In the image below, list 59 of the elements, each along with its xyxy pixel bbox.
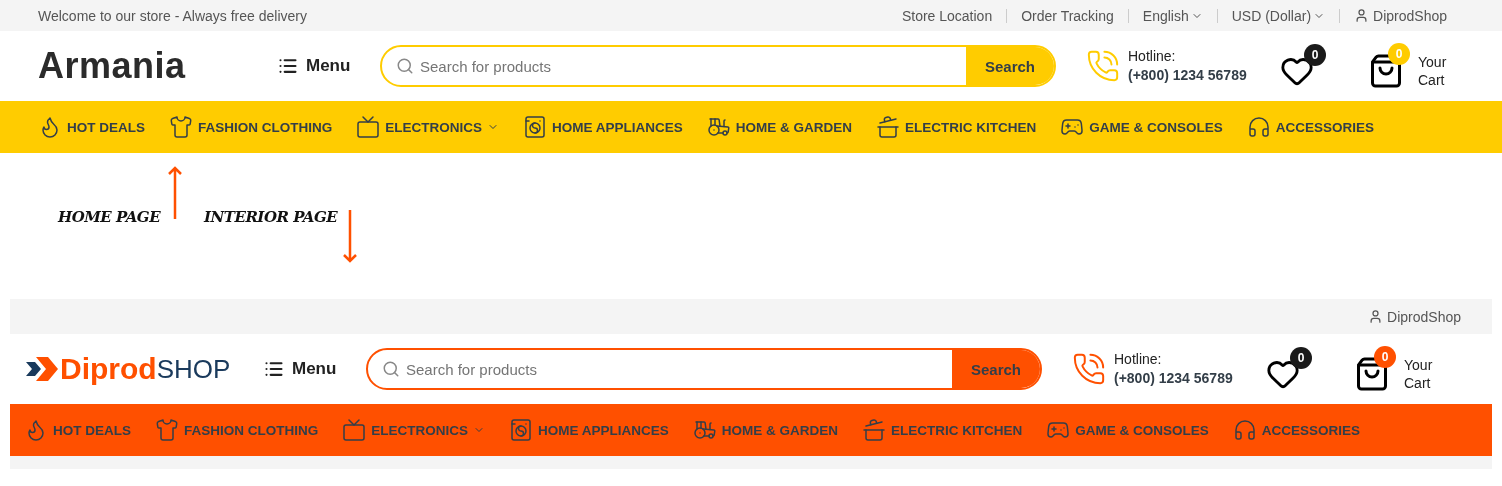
top-bar-link[interactable]: Order Tracking: [1007, 8, 1129, 23]
top-bar-link[interactable]: English: [1128, 8, 1218, 23]
phone-icon: [1072, 352, 1106, 386]
category-icon: [356, 115, 381, 139]
category-icon: [876, 115, 901, 139]
menu-button[interactable]: Menu: [264, 359, 366, 379]
phone-icon: [1086, 49, 1120, 83]
logo-text: Diprod: [60, 352, 157, 386]
welcome-text: Welcome to our store - Always free delivery: [38, 7, 308, 24]
category-link[interactable]: FASHION CLOTHING: [169, 115, 333, 139]
user-icon: [1368, 309, 1384, 324]
hotline-number: (+800) 1234 56789: [1128, 66, 1247, 85]
wishlist-count: 0: [1290, 347, 1312, 369]
menu-button[interactable]: Menu: [278, 56, 380, 76]
search-field[interactable]: Search for products Search: [380, 45, 1056, 87]
category-link[interactable]: ELECTRONICS: [356, 115, 500, 139]
wishlist-button[interactable]: 0: [1266, 347, 1314, 391]
top-bar-link[interactable]: USD (Dollar): [1217, 8, 1341, 23]
category-link[interactable]: GAME & CONSOLES: [1060, 115, 1223, 139]
annotation-label: HOME PAGE: [58, 208, 161, 226]
logo-subtext: SHOP: [156, 353, 231, 385]
wishlist-count: 0: [1304, 44, 1326, 66]
cart-button[interactable]: 0 Your Cart: [1354, 346, 1448, 392]
menu-icon: [278, 56, 298, 76]
cart-button[interactable]: 0 Your Cart: [1368, 43, 1462, 89]
cart-label: Your Cart: [1418, 53, 1448, 89]
account-link[interactable]: DiprodShop: [1340, 7, 1464, 24]
wishlist-button[interactable]: 0: [1280, 44, 1328, 88]
category-link[interactable]: ELECTRIC KITCHEN: [876, 115, 1037, 139]
category-icon: [706, 115, 731, 139]
search-button[interactable]: Search: [966, 47, 1054, 85]
search-icon: [396, 57, 414, 75]
category-icon: [1246, 115, 1271, 139]
hotline-number: (+800) 1234 56789: [1114, 369, 1233, 388]
category-link[interactable]: HOT DEALS: [38, 115, 145, 139]
logo-text: Armania: [38, 45, 187, 87]
user-icon: [1354, 8, 1370, 23]
hotline-label: Hotline:: [1114, 350, 1163, 369]
cart-count: 0: [1374, 346, 1396, 368]
category-icon: [862, 418, 887, 442]
menu-icon: [264, 359, 284, 379]
category-link[interactable]: ACCESSORIES: [1246, 115, 1375, 139]
category-link[interactable]: HOME APPLIANCES: [523, 115, 683, 139]
search-icon: [382, 360, 400, 378]
top-bar-link[interactable]: Store Location: [887, 8, 1008, 23]
category-icon: [169, 115, 193, 139]
category-icon: [342, 418, 367, 442]
logo-icon: [24, 354, 60, 384]
hotline-label: Hotline:: [1128, 47, 1177, 66]
category-link[interactable]: HOME & GARDEN: [706, 115, 853, 139]
cart-count: 0: [1388, 43, 1410, 65]
category-icon: [523, 115, 548, 139]
account-link[interactable]: DiprodShop: [1354, 308, 1478, 325]
category-icon: [692, 418, 717, 442]
annotation-label: INTERIOR PAGE: [204, 208, 338, 226]
category-icon: [509, 418, 534, 442]
cart-label: Your Cart: [1404, 356, 1434, 392]
category-icon: [1232, 418, 1257, 442]
category-icon: [155, 418, 179, 442]
